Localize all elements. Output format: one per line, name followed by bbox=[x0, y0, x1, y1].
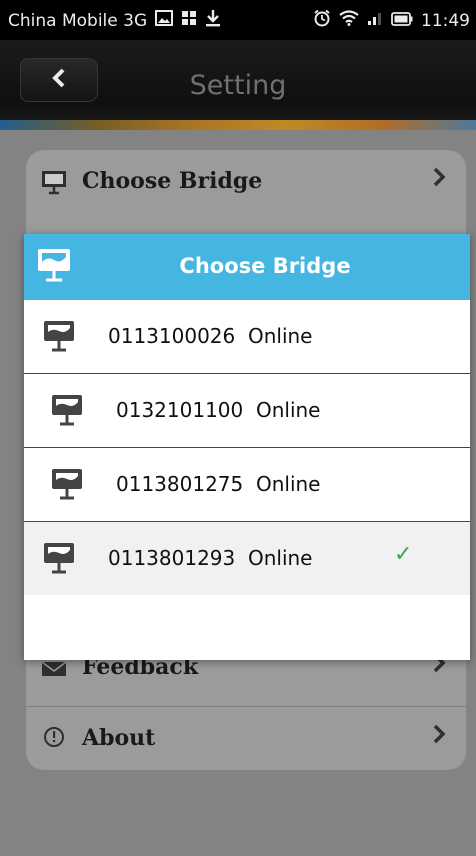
bridge-id: 0113801293 bbox=[108, 546, 236, 570]
choose-bridge-dialog: Choose Bridge 0113100026 Online 01321011… bbox=[24, 234, 470, 660]
bridge-icon bbox=[50, 467, 84, 503]
bridge-option-2[interactable]: 0132101100 Online bbox=[24, 374, 470, 448]
bridge-status: Online bbox=[255, 472, 321, 496]
bridge-status: Online bbox=[247, 546, 313, 570]
bridge-label: 0132101100 Online bbox=[116, 398, 320, 422]
bridge-option-1[interactable]: 0113100026 Online bbox=[24, 300, 470, 374]
bridge-label: 0113801275 Online bbox=[116, 472, 320, 496]
bridge-status: Online bbox=[255, 398, 321, 422]
bridge-label: 0113100026 Online bbox=[108, 324, 312, 348]
bridge-id: 0113801275 bbox=[116, 472, 244, 496]
bridge-icon bbox=[50, 393, 84, 429]
app-screen: China Mobile 3G 11:49 Setting Choose Bri… bbox=[0, 0, 476, 856]
bridge-option-3[interactable]: 0113801275 Online bbox=[24, 448, 470, 522]
bridge-id: 0113100026 bbox=[108, 324, 236, 348]
bridge-label: 0113801293 Online bbox=[108, 546, 312, 570]
bridge-status: Online bbox=[247, 324, 313, 348]
bridge-icon bbox=[42, 319, 76, 355]
bridge-option-4[interactable]: 0113801293 Online ✓ bbox=[24, 522, 470, 595]
dialog-title: Choose Bridge bbox=[179, 254, 351, 278]
dialog-header: Choose Bridge bbox=[24, 234, 470, 300]
bridge-icon bbox=[42, 541, 76, 577]
checkmark-icon: ✓ bbox=[394, 542, 413, 567]
bridge-id: 0132101100 bbox=[116, 398, 244, 422]
